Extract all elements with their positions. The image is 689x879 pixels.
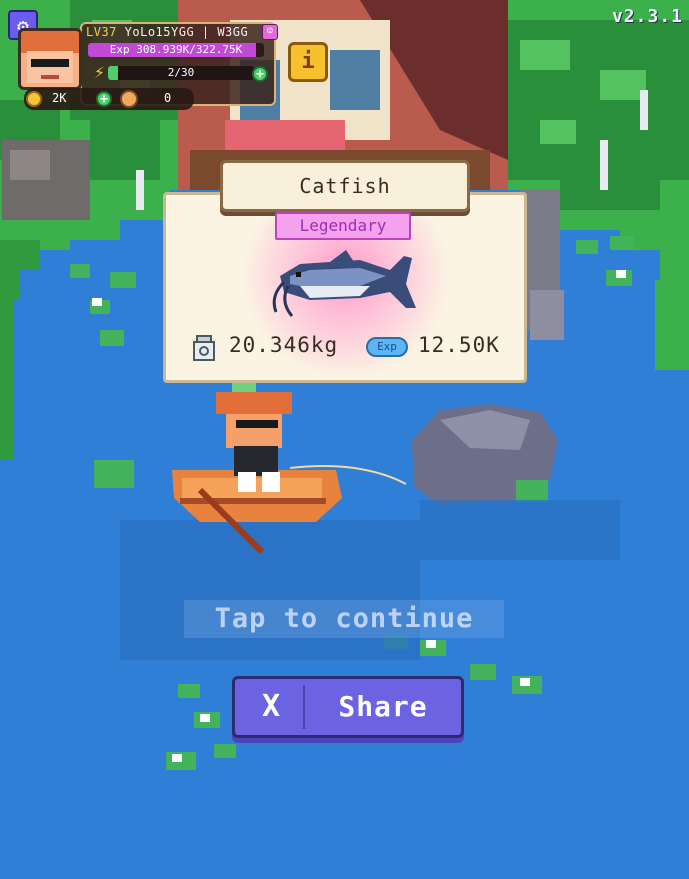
energy-bolt-icon: ⚡ — [94, 62, 105, 83]
coin-count: 2K — [52, 91, 67, 105]
scene-background — [0, 0, 689, 879]
share-label: Share — [338, 690, 428, 723]
exp-bar: Exp 308.939K/322.75K — [88, 43, 264, 57]
exp-reward: 12.50K — [418, 333, 500, 357]
shell-count: 0 — [164, 91, 172, 105]
fish-name-plate: Catfish — [220, 160, 470, 212]
exp-badge-icon: Exp — [366, 337, 408, 357]
player-avatar[interactable] — [18, 28, 82, 90]
player-hud: ⚙ LV37 YoLo15YGG | W3GG ☺ Exp 308.939K/3… — [8, 10, 278, 110]
energy-text: 2/30 — [167, 66, 195, 79]
game-scene[interactable]: ⚙ LV37 YoLo15YGG | W3GG ☺ Exp 308.939K/3… — [0, 0, 689, 879]
player-name: YoLo15YGG | W3GG — [124, 25, 249, 39]
profile-badge-icon[interactable]: ☺ — [262, 24, 278, 40]
share-button[interactable]: X Share — [232, 676, 464, 738]
fish-name: Catfish — [299, 174, 391, 198]
info-button[interactable]: i — [288, 42, 328, 82]
add-coins-plus-icon[interactable]: + — [96, 91, 112, 107]
avatar-face-icon — [21, 31, 79, 83]
share-divider — [303, 685, 305, 729]
shell-icon — [120, 90, 138, 108]
energy-bar: 2/30 — [108, 66, 254, 80]
fish-weight: 20.346kg — [229, 333, 339, 357]
exp-text: Exp 308.939K/322.75K — [109, 43, 243, 56]
add-energy-plus-icon[interactable]: + — [252, 66, 268, 82]
tap-to-continue[interactable]: Tap to continue — [184, 600, 504, 638]
catch-stats: 20.346kg Exp 12.50K — [163, 330, 527, 366]
x-share-icon: X — [261, 689, 281, 724]
rarity-badge: Legendary — [275, 212, 411, 240]
version-label: v2.3.1 — [611, 6, 683, 27]
player-level-name: LV37 YoLo15YGG | W3GG — [86, 25, 248, 39]
resources-row: 2K + 0 — [24, 88, 194, 110]
coin-icon — [26, 91, 42, 107]
player-level: LV37 — [86, 25, 117, 39]
weight-scale-icon — [193, 335, 215, 361]
catfish-icon — [272, 250, 416, 317]
